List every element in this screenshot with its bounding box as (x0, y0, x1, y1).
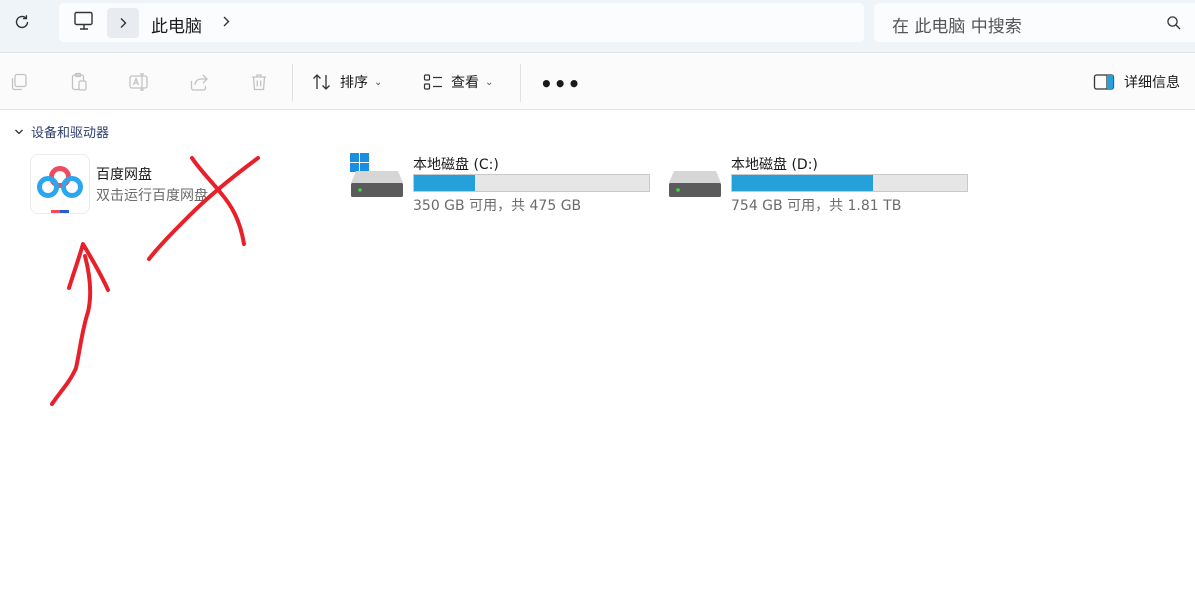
drive-d-space: 754 GB 可用，共 1.81 TB (731, 198, 902, 214)
drive-c-space: 350 GB 可用，共 475 GB (413, 198, 582, 214)
breadcrumb-this-pc[interactable]: 此电脑 (151, 12, 202, 37)
annotation-arrow-head (67, 242, 110, 292)
paste-button[interactable] (68, 71, 90, 93)
search-icon (1167, 16, 1181, 30)
more-options-button[interactable]: ••• (540, 72, 581, 96)
copy-button[interactable] (8, 71, 30, 93)
drive-c-name: 本地磁盘 (C:) (413, 157, 499, 173)
chevron-down-icon (15, 129, 23, 134)
windows-drive-icon (350, 153, 403, 197)
refresh-icon (15, 15, 29, 29)
chevron-right-icon[interactable] (221, 12, 231, 32)
rename-button[interactable] (128, 71, 150, 93)
details-pane-icon (1093, 74, 1115, 90)
drive-d-usage-fill (732, 175, 873, 191)
delete-button[interactable] (248, 71, 270, 93)
sort-icon (313, 74, 330, 90)
chevron-down-icon: ⌄ (374, 76, 383, 88)
view-label: 查看 (451, 75, 479, 91)
sort-label: 排序 (340, 75, 368, 91)
drive-icon (669, 171, 721, 197)
sort-button[interactable]: 排序 ⌄ (312, 68, 382, 96)
toolbar-divider (292, 64, 293, 102)
baidu-netdisk-icon (31, 155, 89, 213)
view-button[interactable]: 查看 ⌄ (423, 68, 493, 96)
drive-c-usage-fill (414, 175, 476, 191)
group-header-devices[interactable]: 设备和驱动器 (14, 122, 109, 141)
rename-icon (129, 73, 148, 91)
chevron-down-icon: ⌄ (485, 76, 494, 88)
toolbar-divider (520, 64, 521, 102)
address-bar[interactable]: 此电脑 (59, 3, 864, 42)
view-icon (423, 74, 442, 90)
trash-icon (252, 74, 266, 91)
refresh-button[interactable] (8, 8, 36, 36)
chevron-right-icon (120, 18, 127, 28)
baidu-netdisk-name: 百度网盘 (96, 167, 152, 183)
breadcrumb-root-chevron[interactable] (107, 8, 139, 38)
drive-d-name: 本地磁盘 (D:) (731, 157, 818, 173)
drive-d-usage-bar (731, 174, 968, 192)
copy-icon (11, 73, 27, 91)
details-label: 详细信息 (1124, 75, 1180, 91)
group-title: 设备和驱动器 (31, 126, 110, 141)
annotation-cross-stroke (147, 156, 260, 261)
details-pane-button[interactable]: 详细信息 (1093, 68, 1180, 96)
search-input[interactable]: 在 此电脑 中搜索 (892, 12, 1022, 37)
share-icon (190, 74, 208, 91)
baidu-netdisk-subtitle: 双击运行百度网盘 (96, 188, 208, 204)
share-button[interactable] (188, 71, 210, 93)
paste-icon (71, 72, 87, 91)
computer-icon (74, 11, 93, 30)
title-bar: 此电脑 在 此电脑 中搜索 (0, 0, 1195, 53)
annotation-arrow-shaft (50, 254, 93, 406)
command-bar: 排序 ⌄ 查看 ⌄ ••• 详细信息 (0, 54, 1195, 110)
search-box[interactable]: 在 此电脑 中搜索 (874, 3, 1195, 42)
drive-c-usage-bar (413, 174, 650, 192)
